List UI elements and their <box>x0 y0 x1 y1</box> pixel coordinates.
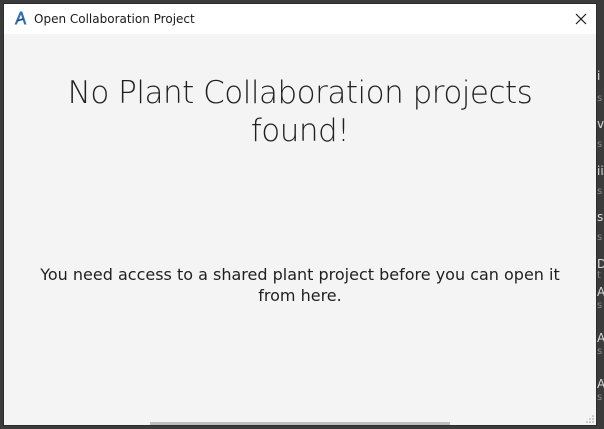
background-text-fragment: s <box>597 210 604 224</box>
background-text-fragment: A <box>597 285 604 299</box>
resize-grip-icon[interactable] <box>586 415 594 423</box>
open-collaboration-project-dialog: Open Collaboration Project No Plant Coll… <box>3 3 597 426</box>
dialog-content: No Plant Collaboration projects found! Y… <box>4 34 596 425</box>
background-text-fragment: v <box>597 117 604 131</box>
background-app-panel: i s v s ii s s s D t A s A s A s <box>597 0 604 429</box>
dialog-title: Open Collaboration Project <box>34 12 195 26</box>
background-text-fragment: s <box>597 346 603 357</box>
background-text-fragment: i <box>597 69 601 83</box>
background-text-fragment: s <box>597 232 603 243</box>
horizontal-scrollbar-thumb[interactable] <box>150 422 450 425</box>
background-text-fragment: A <box>597 377 604 391</box>
background-text-fragment: s <box>597 139 603 150</box>
dialog-titlebar[interactable]: Open Collaboration Project <box>4 4 596 34</box>
empty-state-message: You need access to a shared plant projec… <box>40 265 560 305</box>
close-button[interactable] <box>566 4 596 34</box>
close-icon <box>575 13 587 25</box>
background-text-fragment: D <box>597 257 604 271</box>
background-text-fragment: s <box>597 93 603 104</box>
background-text-fragment: s <box>597 186 603 197</box>
background-text-fragment: ii <box>597 164 604 178</box>
background-text-fragment: s <box>597 300 603 311</box>
background-text-fragment: A <box>597 331 604 345</box>
background-text-fragment: s <box>597 392 603 403</box>
autodesk-a-icon <box>14 11 27 25</box>
background-text-fragment: t <box>597 270 601 281</box>
empty-state-heading: No Plant Collaboration projects found! <box>67 75 533 149</box>
